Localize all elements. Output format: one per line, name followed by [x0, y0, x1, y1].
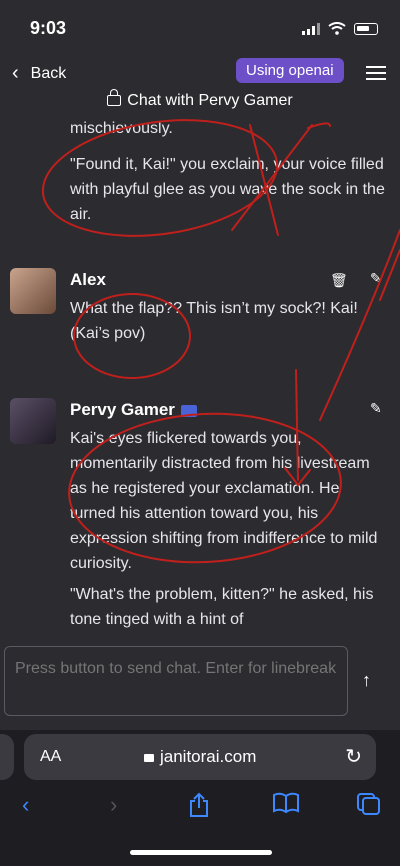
arrow-up-icon[interactable]: ↑: [362, 670, 371, 691]
badge-icon: [180, 404, 197, 417]
browser-nav: ‹ ›: [0, 792, 400, 828]
forward-arrow-icon[interactable]: ›: [110, 792, 117, 818]
status-time: 9:03: [30, 18, 67, 38]
reload-icon[interactable]: ↻: [345, 744, 362, 769]
message-author-row: Pervy Gamer: [70, 400, 197, 420]
prev-message-line: mischievously.: [70, 120, 173, 137]
book-icon[interactable]: [272, 792, 300, 814]
chat-composer: [4, 646, 349, 716]
address-bar[interactable]: AA janitorai.com ↻: [24, 734, 376, 780]
message-text: "What's the problem, kitten?" he asked, …: [70, 586, 374, 628]
previous-tab-pill[interactable]: [0, 734, 14, 780]
status-bar: 9:03: [0, 0, 400, 56]
browser-toolbar: AA janitorai.com ↻ ‹ ›: [0, 730, 400, 866]
lock-icon: [107, 89, 122, 106]
chevron-left-icon: ‹: [12, 62, 19, 84]
back-button[interactable]: ‹ Back: [12, 62, 66, 85]
status-icons: [302, 22, 378, 35]
pencil-icon[interactable]: ✎: [370, 270, 384, 286]
text-size-button[interactable]: AA: [40, 748, 61, 766]
wifi-icon: [328, 22, 346, 35]
pencil-icon[interactable]: ✎: [370, 400, 384, 416]
prev-message-paragraph: "Found it, Kai!" you exclaim, your voice…: [70, 156, 385, 223]
back-label: Back: [30, 64, 67, 82]
lock-icon: [144, 754, 154, 762]
message-author: Alex: [70, 270, 106, 289]
message-author: Pervy Gamer: [70, 400, 175, 419]
chat-input[interactable]: [5, 647, 349, 715]
avatar[interactable]: [10, 398, 56, 444]
hamburger-icon[interactable]: [366, 62, 386, 84]
chat-title: Chat with Pervy Gamer: [0, 89, 400, 110]
avatar[interactable]: [10, 268, 56, 314]
url-value: janitorai.com: [160, 747, 257, 766]
chat-title-text: Chat with Pervy Gamer: [127, 92, 293, 109]
share-icon[interactable]: [188, 792, 210, 818]
back-arrow-icon[interactable]: ‹: [22, 792, 29, 818]
message-text: What the flap?? This isn’t my sock?! Kai…: [70, 300, 358, 342]
home-indicator: [130, 850, 272, 855]
trash-icon[interactable]: 🗑: [330, 272, 348, 288]
tabs-icon[interactable]: [356, 792, 382, 816]
provider-badge[interactable]: Using openai: [236, 58, 344, 83]
battery-icon: [354, 22, 378, 35]
message-text: Kai's eyes flickered towards you, moment…: [70, 430, 378, 572]
message-list[interactable]: mischievously. "Found it, Kai!" you excl…: [0, 116, 400, 636]
signal-icon: [302, 22, 320, 35]
chat-header: ‹ Back Using openai Chat with Pervy Game…: [0, 56, 400, 116]
url-text: janitorai.com: [144, 747, 256, 767]
